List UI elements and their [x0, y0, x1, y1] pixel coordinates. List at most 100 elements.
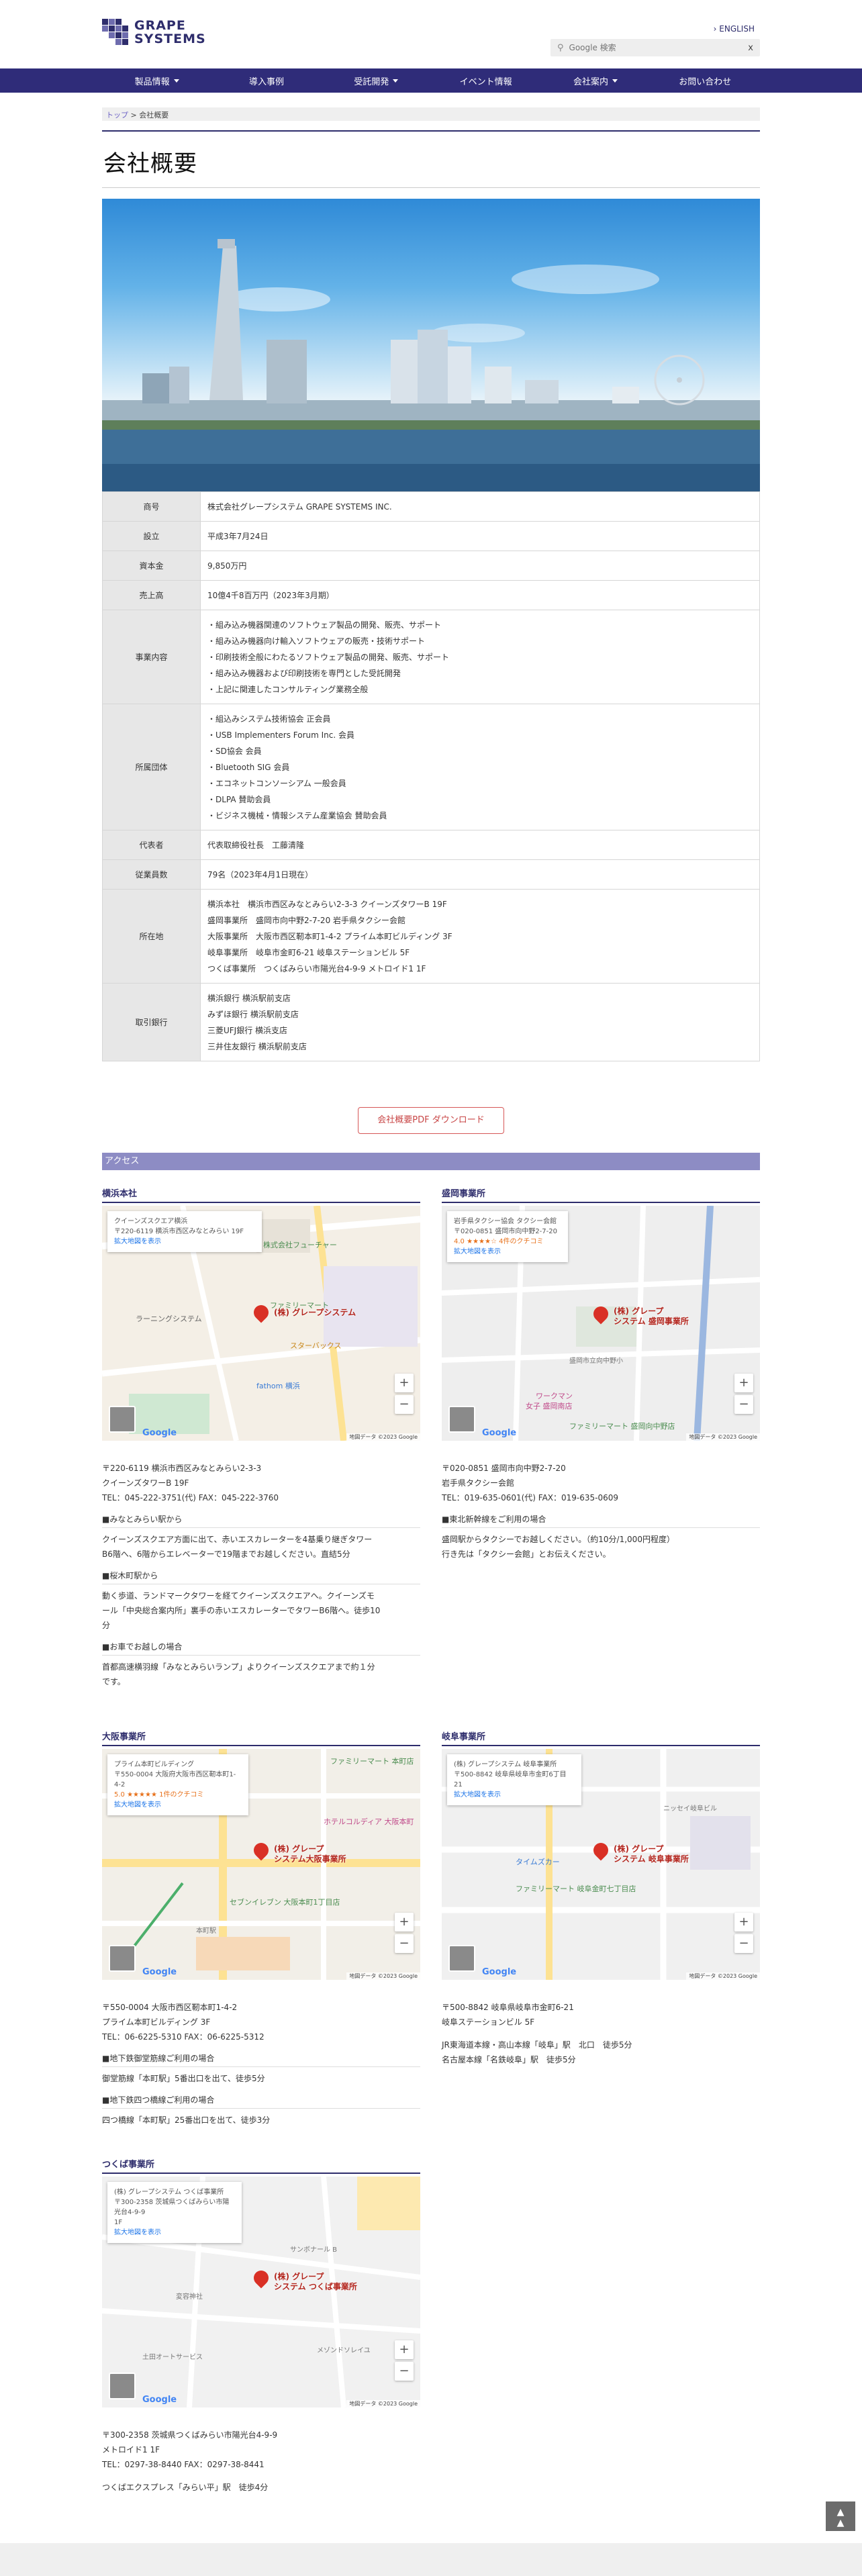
grape-systems-logo[interactable]: GRAPE SYSTEMS [102, 19, 206, 46]
directions-title: ■地下鉄四つ橋線ご利用の場合 [102, 2094, 420, 2109]
zoom-out-button[interactable]: − [734, 1934, 753, 1953]
main-nav: 製品情報 導入事例 受託開発 イベント情報 会社案内 お問い合わせ [0, 68, 862, 93]
satellite-toggle[interactable] [448, 1945, 475, 1972]
office-osaka: 大阪事業所 プライム本町ビルディング 〒550-0004 大阪府大阪市西区靭本町… [102, 1729, 420, 2128]
directions-title: ■お車でお越しの場合 [102, 1641, 420, 1656]
office-title: 盛岡事業所 [442, 1186, 760, 1203]
nav-item-company[interactable]: 会社案内 [540, 68, 650, 93]
zoom-in-button[interactable]: + [734, 1913, 753, 1931]
directions-text: 四つ橋線「本町駅」25番出口を出て、徒歩3分 [102, 2115, 271, 2125]
search-input[interactable] [569, 43, 749, 52]
clear-search-button[interactable]: x [748, 43, 753, 53]
logo-text: GRAPE SYSTEMS [134, 18, 206, 46]
directions-text: つくばエクスプレス「みらい平」駅 徒歩4分 [102, 2483, 269, 2492]
directions-text: 御堂筋線「本町駅」5番出口を出て、徒歩5分 [102, 2074, 265, 2083]
directions-text: 首都高速横羽線「みなとみらいランプ」よりクイーンズスクエアまで約１分 です。 [102, 1662, 375, 1686]
map-tsukuba[interactable]: (株) グレープシステム つくば事業所 〒300-2358 茨城県つくばみらい市… [102, 2177, 420, 2407]
breadcrumb: トップ > 会社概要 [102, 107, 760, 121]
zoom-in-button[interactable]: + [395, 1913, 414, 1931]
table-row: 売上高 10億4千8百万円（2023年3月期） [102, 580, 760, 610]
zoom-out-button[interactable]: − [395, 1934, 414, 1953]
directions-title: ■桜木町駅から [102, 1570, 420, 1584]
directions-text: JR東海道本線・高山本線「岐阜」駅 北口 徒歩5分 名古屋本線「名鉄岐阜」駅 徒… [442, 2040, 632, 2064]
map-yokohama[interactable]: クイーンズスクエア横浜 〒220-6119 横浜市西区みなとみらい 19F 拡大… [102, 1206, 420, 1441]
zoom-out-button[interactable]: − [395, 2362, 414, 2381]
directions-title: ■地下鉄御堂筋線ご利用の場合 [102, 2052, 420, 2067]
google-logo: Google [482, 1428, 517, 1438]
company-pdf-download-button[interactable]: 会社概要PDF ダウンロード [358, 1107, 504, 1134]
nav-item-events[interactable]: イベント情報 [431, 68, 540, 93]
office-address: 〒300-2358 茨城県つくばみらい市陽光台4-9-9 メトロイド1 1F T… [102, 2430, 278, 2469]
site-header: GRAPE SYSTEMS › English ⚲ x [0, 0, 862, 68]
table-row: 所属団体 ・組込みシステム技術協会 正会員 ・USB Implementers … [102, 704, 760, 830]
caret-down-icon [173, 79, 179, 83]
map-info-card: クイーンズスクエア横浜 〒220-6119 横浜市西区みなとみらい 19F 拡大… [107, 1211, 262, 1252]
office-title: つくば事業所 [102, 2157, 420, 2174]
office-gifu: 岐阜事業所 (株) グレープシステム 岐阜事業所 〒500-8842 岐阜県岐阜… [442, 1729, 760, 2128]
nav-item-case-studies[interactable]: 導入事例 [211, 68, 321, 93]
chevron-up-icon: ▲ [836, 2507, 845, 2518]
office-title: 岐阜事業所 [442, 1729, 760, 1746]
zoom-out-button[interactable]: − [395, 1395, 414, 1414]
table-row: 代表者 代表取締役社長 工藤清隆 [102, 830, 760, 860]
language-link[interactable]: › English [714, 24, 755, 34]
map-morioka[interactable]: 岩手県タクシー協会 タクシー会館 〒020-0851 盛岡市向中野2-7-20 … [442, 1206, 760, 1441]
caret-down-icon [393, 79, 399, 83]
table-row: 商号 株式会社グレープシステム GRAPE SYSTEMS INC. [102, 491, 760, 522]
nav-item-contact[interactable]: お問い合わせ [651, 68, 760, 93]
google-logo: Google [142, 2395, 177, 2405]
search-box: ⚲ x [550, 39, 760, 56]
company-info-table: 商号 株式会社グレープシステム GRAPE SYSTEMS INC. 設立 平成3年… [102, 491, 760, 1061]
map-info-card: プライム本町ビルディング 〒550-0004 大阪府大阪市西区靭本町1-4-2 … [107, 1754, 248, 1815]
office-address: 〒500-8842 岐阜県岐阜市金町6-21 岐阜ステーションビル 5F [442, 2003, 574, 2027]
directions-text: 動く歩道、ランドマークタワーを経てクイーンズスクエアへ。クイーンズモ ール「中央… [102, 1591, 381, 1630]
zoom-in-button[interactable]: + [395, 1374, 414, 1392]
offices-row: 横浜本社 クイーンズスクエア横浜 〒220-6119 横浜市西区みなとみらい 1… [102, 1186, 760, 1689]
office-address: 〒550-0004 大阪市西区靭本町1-4-2 プライム本町ビルディング 3F … [102, 2003, 265, 2042]
view-larger-map-link[interactable]: 拡大地図を表示 [114, 1800, 242, 1810]
zoom-in-button[interactable]: + [734, 1374, 753, 1392]
satellite-toggle[interactable] [109, 1406, 136, 1433]
map-info-card: 岩手県タクシー協会 タクシー会館 〒020-0851 盛岡市向中野2-7-20 … [447, 1211, 568, 1262]
directions-text: 盛岡駅からタクシーでお越しください。（約10分/1,000円程度） 行き先は「タ… [442, 1535, 675, 1559]
google-logo: Google [142, 1967, 177, 1977]
zoom-out-button[interactable]: − [734, 1395, 753, 1414]
office-morioka: 盛岡事業所 岩手県タクシー協会 タクシー会館 〒020-0851 盛岡市向中野2… [442, 1186, 760, 1689]
zoom-in-button[interactable]: + [395, 2340, 414, 2359]
caret-down-icon [612, 79, 618, 83]
office-address: 〒020-0851 盛岡市向中野2-7-20 岩手県タクシー会館 TEL：019… [442, 1464, 619, 1502]
back-to-top-button[interactable]: ▲ ▲ [826, 2501, 855, 2531]
view-larger-map-link[interactable]: 拡大地図を表示 [114, 2228, 235, 2238]
google-logo: Google [482, 1967, 517, 1977]
office-title: 大阪事業所 [102, 1729, 420, 1746]
directions-title: ■東北新幹線をご利用の場合 [442, 1513, 760, 1528]
nav-item-contract-development[interactable]: 受託開発 [322, 68, 431, 93]
offices-row: 大阪事業所 プライム本町ビルディング 〒550-0004 大阪府大阪市西区靭本町… [102, 1729, 760, 2128]
nav-item-products[interactable]: 製品情報 [102, 68, 211, 93]
access-section-header: アクセス [102, 1153, 760, 1170]
table-row: 取引銀行 横浜銀行 横浜駅前支店 みずほ銀行 横浜駅前支店 三菱UFJ銀行 横浜… [102, 983, 760, 1061]
view-larger-map-link[interactable]: 拡大地図を表示 [454, 1790, 575, 1800]
table-row: 事業内容 ・組み込み機器関連のソフトウェア製品の開発、販売、サポート ・組み込み… [102, 610, 760, 704]
map-info-card: (株) グレープシステム つくば事業所 〒300-2358 茨城県つくばみらい市… [107, 2182, 242, 2243]
map-osaka[interactable]: プライム本町ビルディング 〒550-0004 大阪府大阪市西区靭本町1-4-2 … [102, 1749, 420, 1980]
search-icon: ⚲ [557, 42, 564, 53]
table-row: 従業員数 79名（2023年4月1日現在） [102, 859, 760, 890]
satellite-toggle[interactable] [109, 1945, 136, 1972]
map-info-card: (株) グレープシステム 岐阜事業所 〒500-8842 岐阜県岐阜市金町6丁目… [447, 1754, 581, 1805]
map-gifu[interactable]: (株) グレープシステム 岐阜事業所 〒500-8842 岐阜県岐阜市金町6丁目… [442, 1749, 760, 1980]
view-larger-map-link[interactable]: 拡大地図を表示 [114, 1237, 255, 1247]
breadcrumb-home-link[interactable]: トップ [106, 111, 128, 120]
satellite-toggle[interactable] [109, 2373, 136, 2399]
breadcrumb-current: 会社概要 [139, 111, 169, 120]
title-underline [102, 187, 760, 188]
satellite-toggle[interactable] [448, 1406, 475, 1433]
page-title: 会社概要 [103, 150, 197, 177]
table-row: 所在地 横浜本社 横浜市西区みなとみらい2-3-3 クイーンズタワーB 19F … [102, 889, 760, 984]
hero-yokohama-skyline-image [102, 199, 760, 491]
chevron-up-icon: ▲ [836, 2518, 845, 2528]
google-logo: Google [142, 1428, 177, 1438]
view-larger-map-link[interactable]: 拡大地図を表示 [454, 1247, 561, 1257]
table-row: 設立 平成3年7月24日 [102, 521, 760, 551]
office-tsukuba: つくば事業所 (株) グレープシステム つくば事業所 〒300-2358 茨城県… [102, 2157, 420, 2495]
